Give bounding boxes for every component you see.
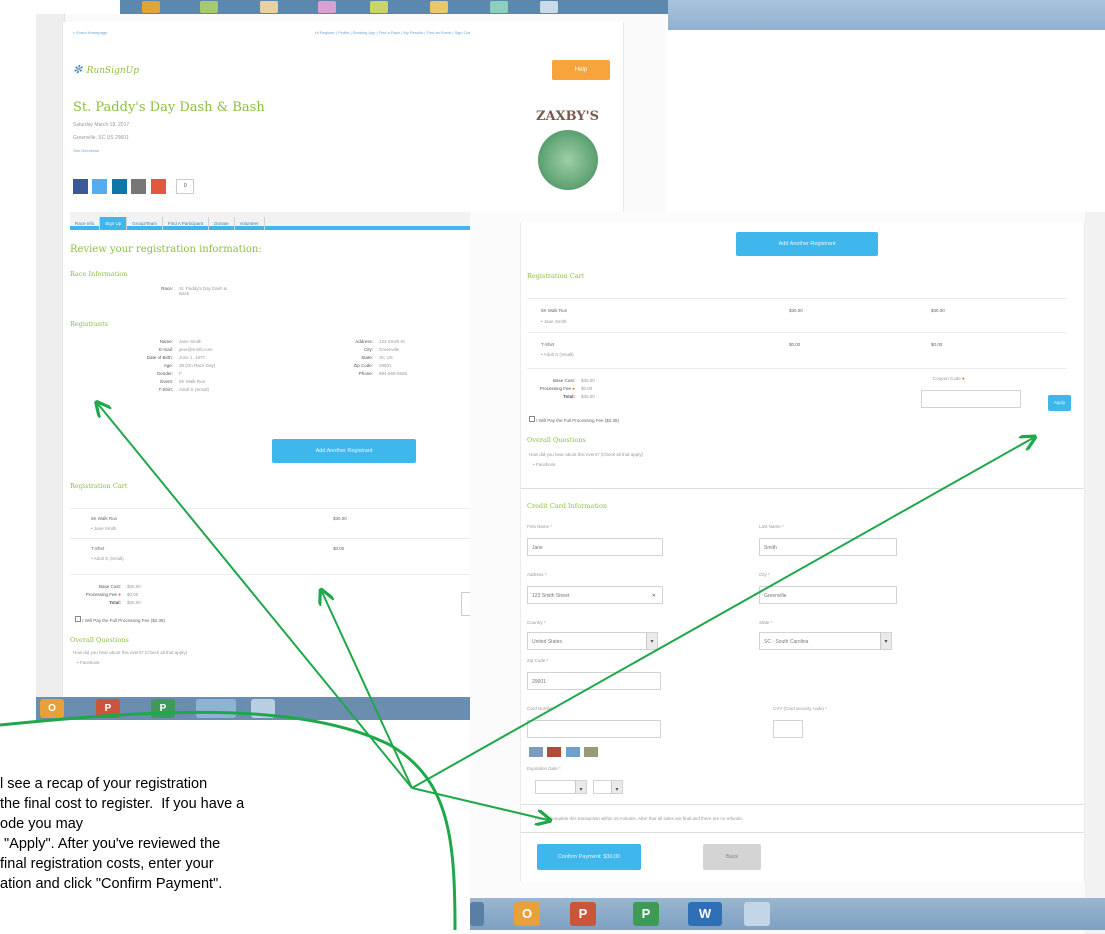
instruction-line: ation and click "Confirm Payment". (0, 876, 223, 892)
instruction-line: the final cost to register. If you have … (0, 796, 245, 812)
arrow-to-payment-section (411, 787, 548, 820)
instruction-line: final registration costs, enter your (0, 856, 214, 872)
arrow-to-registrant-info (98, 404, 413, 789)
instruction-text: l see a recap of your registration the f… (0, 774, 400, 894)
instruction-line: l see a recap of your registration (0, 776, 208, 792)
arrow-to-registration-cart (322, 592, 413, 789)
instruction-line: ode you may (0, 816, 84, 832)
arrow-to-coupon-apply (411, 438, 1033, 789)
instruction-line: "Apply". After you've reviewed the (0, 836, 221, 852)
